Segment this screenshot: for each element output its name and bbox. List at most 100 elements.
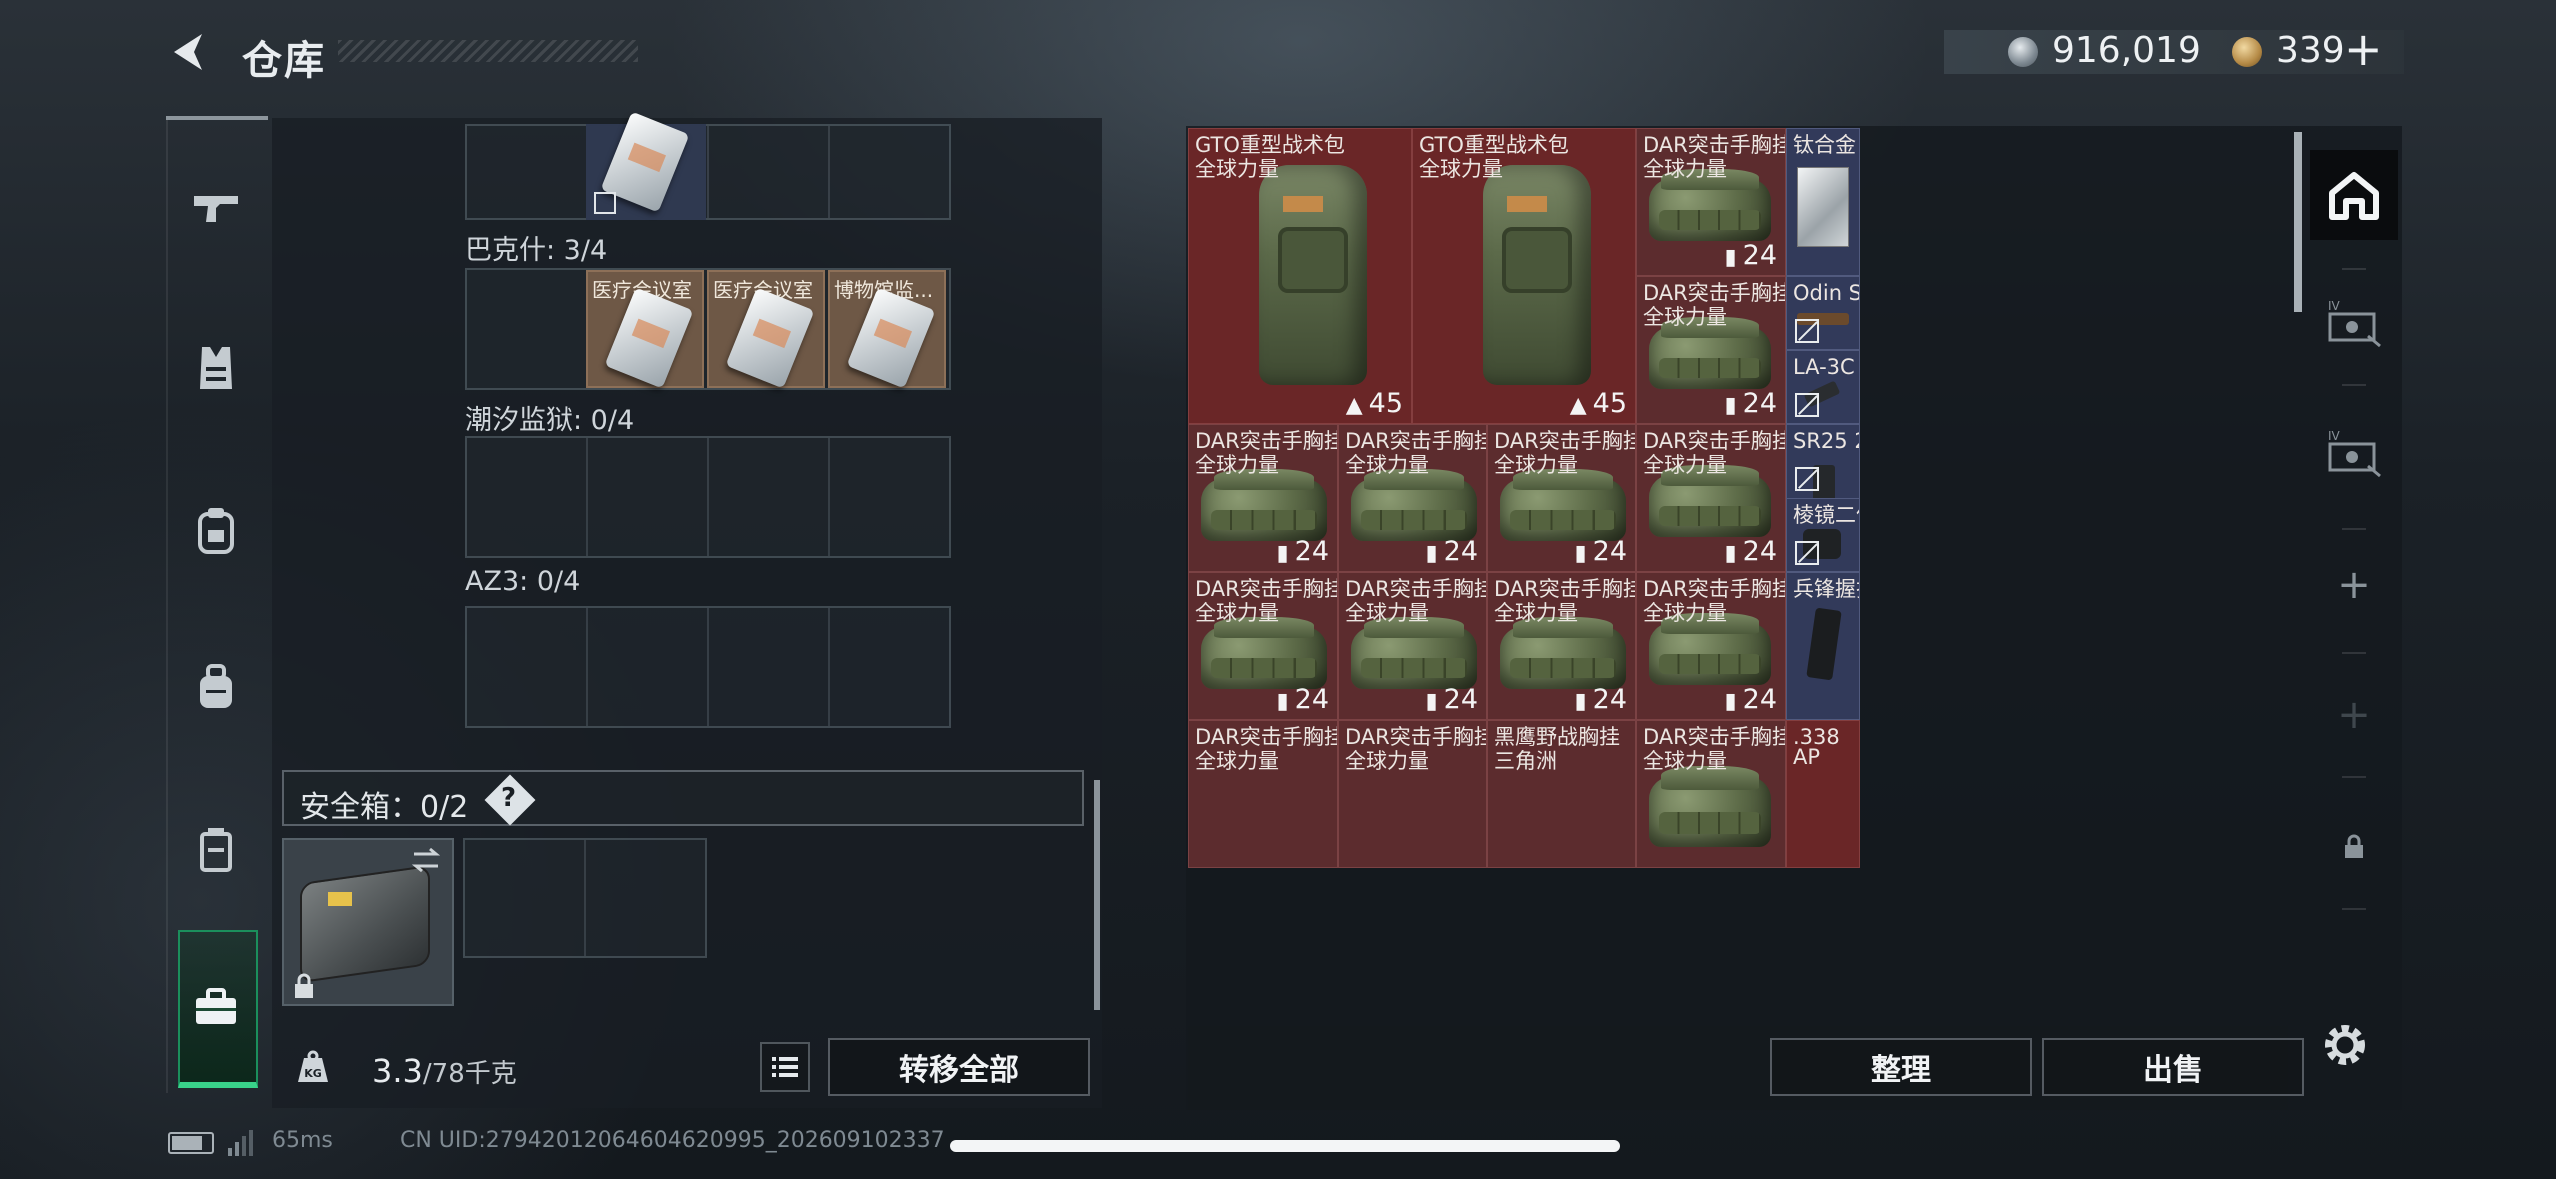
capacity-value: 24 xyxy=(1592,536,1627,567)
vest-small-icon: ▮ xyxy=(1276,541,1289,566)
signal-icon xyxy=(228,1130,253,1156)
add-tab-button-disabled: + xyxy=(2337,692,2371,738)
safehouse-tab[interactable] xyxy=(2310,150,2398,240)
item-name: GTO重型战术包 xyxy=(1195,133,1345,157)
stash-item[interactable]: LA-3C xyxy=(1786,350,1860,424)
stash-item[interactable]: Odin S xyxy=(1786,276,1860,350)
item-capacity: ▮ 24 xyxy=(1426,684,1478,715)
stash-item[interactable]: 兵锋握把 xyxy=(1786,572,1860,720)
stash-item[interactable]: DAR突击手胸挂 全球力量 ▮ 24 xyxy=(1188,424,1338,572)
container-grid-az3[interactable] xyxy=(465,606,951,728)
pistol-icon[interactable] xyxy=(186,178,246,238)
sell-button[interactable]: 出售 xyxy=(2042,1038,2304,1096)
item-region: 全球力量 xyxy=(1643,157,1727,181)
tab-divider xyxy=(2342,908,2366,910)
stash-item[interactable]: DAR突击手胸挂 全球力量 xyxy=(1188,720,1338,868)
vest-small-icon: ▮ xyxy=(1276,689,1289,714)
vest-small-icon: ▮ xyxy=(1724,689,1737,714)
item-capacity: ▲ 45 xyxy=(1570,388,1627,419)
tab-divider xyxy=(2342,384,2366,386)
list-icon xyxy=(772,1057,798,1077)
container-grid-top[interactable] xyxy=(465,124,951,220)
keycard-slot[interactable]: 博物馆监... xyxy=(828,270,946,389)
stash-item[interactable]: DAR突击手胸挂 全球力量 ▮ 24 xyxy=(1636,424,1786,572)
stash-item[interactable]: DAR突击手胸挂 全球力量 ▮ 24 xyxy=(1636,128,1786,276)
stash-item[interactable]: DAR突击手胸挂 全球力量 xyxy=(1338,720,1487,868)
left-scrollbar[interactable] xyxy=(1094,780,1100,1010)
user-uid: CN UID:2794201206460462099​5_2026091023​… xyxy=(400,1128,945,1153)
silver-coin-icon xyxy=(2008,37,2038,67)
list-view-button[interactable] xyxy=(760,1042,810,1092)
home-indicator[interactable] xyxy=(950,1140,1620,1152)
item-name: 钛合金 xyxy=(1793,133,1856,157)
capacity-value: 24 xyxy=(1443,536,1478,567)
backpack-item-icon xyxy=(1483,165,1591,385)
stash-item[interactable]: DAR突击手胸挂 全球力量 xyxy=(1636,720,1786,868)
stash-item[interactable]: 钛合金 xyxy=(1786,128,1860,276)
item-capacity: ▮ 24 xyxy=(1426,536,1478,567)
back-arrow-icon[interactable] xyxy=(168,30,212,74)
stash-item[interactable]: DAR突击手胸挂 全球力量 ▮ 24 xyxy=(1636,572,1786,720)
backpack-icon[interactable] xyxy=(186,656,246,716)
item-name: LA-3C xyxy=(1793,355,1855,379)
sort-button[interactable]: 整理 xyxy=(1770,1038,2032,1096)
case-iv-icon: IV xyxy=(2328,429,2381,478)
keycard-slot[interactable]: 医疗会议室 xyxy=(707,270,825,389)
vest-icon[interactable] xyxy=(186,338,246,398)
toolbox-icon[interactable] xyxy=(186,978,246,1038)
chest-rig-icon xyxy=(1500,469,1626,541)
safe-box-grid[interactable] xyxy=(463,838,707,958)
item-region: 全球力量 xyxy=(1195,157,1279,181)
container-grid-tidal-prison[interactable] xyxy=(465,436,951,558)
gear-icon[interactable] xyxy=(2318,1018,2372,1072)
transfer-all-button[interactable]: 转移全部 xyxy=(828,1038,1090,1096)
case-badge: IV xyxy=(2328,299,2341,313)
safe-box-label: 安全箱：0/2 xyxy=(300,790,469,825)
item-capacity: ▮ 24 xyxy=(1725,536,1777,567)
safehouse-icon xyxy=(2329,172,2379,220)
case-tab[interactable]: IV xyxy=(2310,408,2398,498)
stash-item[interactable]: 棱镜二倍 xyxy=(1786,498,1860,572)
stash-item[interactable]: 黑鹰野战胸挂 三角洲 xyxy=(1487,720,1636,868)
item-region: 全球力量 xyxy=(1494,601,1578,625)
item-name: DAR突击手胸挂 xyxy=(1643,725,1786,749)
stash-item[interactable]: DAR突击手胸挂 全球力量 ▮ 24 xyxy=(1338,424,1487,572)
add-tab-button[interactable]: + xyxy=(2310,540,2398,630)
item-region: 全球力量 xyxy=(1643,453,1727,477)
swap-icon[interactable] xyxy=(410,846,442,874)
item-name: DAR突击手胸挂 xyxy=(1494,429,1636,453)
item-capacity: ▲ 45 xyxy=(1346,388,1403,419)
case-badge: IV xyxy=(2328,429,2341,443)
gold-coin-icon xyxy=(2232,37,2262,67)
stash-item[interactable]: .338 AP xyxy=(1786,720,1860,868)
keycard-slot[interactable]: 医疗会议室 xyxy=(586,270,704,389)
armor-icon[interactable] xyxy=(186,500,246,560)
weight-value: 3.3 xyxy=(372,1052,423,1090)
rail-top-indicator xyxy=(166,116,268,120)
grip-icon xyxy=(1806,607,1842,681)
rig-icon[interactable] xyxy=(186,820,246,880)
item-name: DAR突击手胸挂 xyxy=(1643,133,1786,157)
stash-item[interactable]: DAR突击手胸挂 全球力量 ▮ 24 xyxy=(1636,276,1786,424)
vest-small-icon: ▮ xyxy=(1724,541,1737,566)
stash-scrollbar[interactable] xyxy=(2294,132,2302,312)
vest-small-icon: ▮ xyxy=(1425,541,1438,566)
stash-item[interactable]: GTO重型战术包 全球力量 ▲ 45 xyxy=(1188,128,1412,424)
add-currency-button[interactable]: + xyxy=(2344,22,2383,76)
item-capacity: ▮ 24 xyxy=(1575,536,1627,567)
stash-grid[interactable]: GTO重型战术包 全球力量 ▲ 45 GTO重型战术包 全球力量 ▲ 45 DAR突… xyxy=(1188,128,2284,1026)
item-capacity: ▮ 24 xyxy=(1277,536,1329,567)
item-region: 全球力量 xyxy=(1195,453,1279,477)
weight-icon-label: KG xyxy=(304,1067,322,1080)
chest-rig-icon xyxy=(1500,617,1626,689)
case-tab[interactable]: IV xyxy=(2310,278,2398,368)
stash-item[interactable]: GTO重型战术包 全球力量 ▲ 45 xyxy=(1412,128,1636,424)
item-name: DAR突击手胸挂 xyxy=(1345,429,1487,453)
locked-tab xyxy=(2310,802,2398,892)
stash-item[interactable]: DAR突击手胸挂 全球力量 ▮ 24 xyxy=(1487,572,1636,720)
stash-item[interactable]: DAR突击手胸挂 全球力量 ▮ 24 xyxy=(1338,572,1487,720)
item-name: SR25 20 xyxy=(1793,429,1859,453)
stash-item[interactable]: DAR突击手胸挂 全球力量 ▮ 24 xyxy=(1188,572,1338,720)
no-sell-icon xyxy=(594,192,616,214)
stash-item[interactable]: DAR突击手胸挂 全球力量 ▮ 24 xyxy=(1487,424,1636,572)
